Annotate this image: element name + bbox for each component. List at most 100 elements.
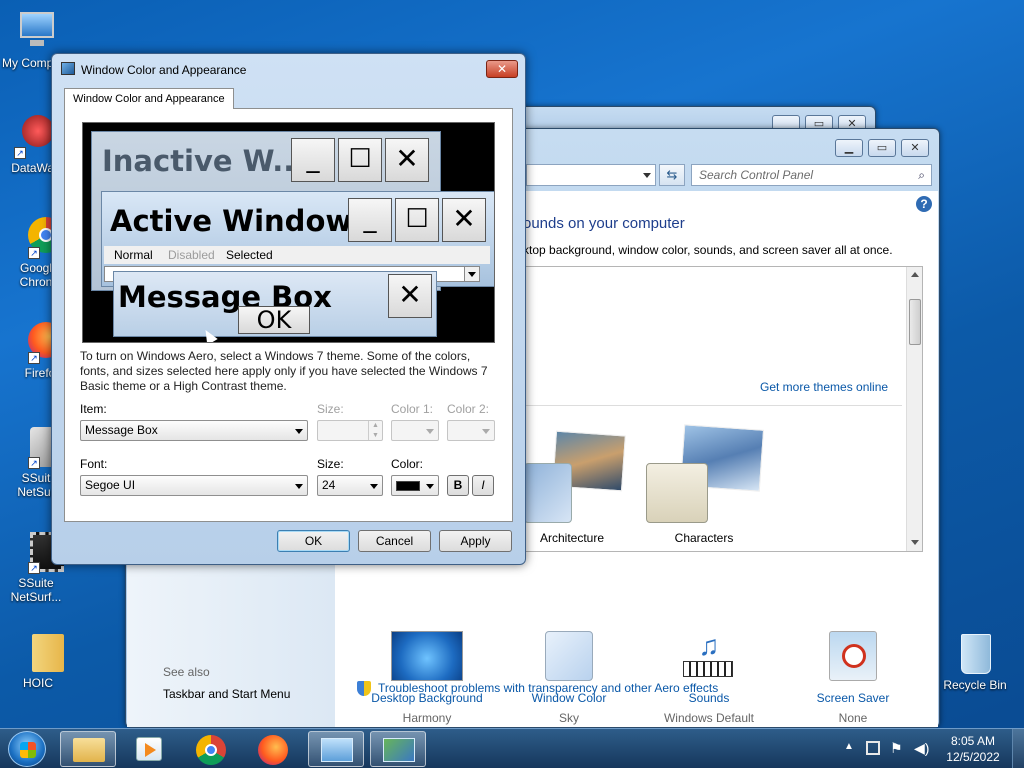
preview-close-icon: ✕ <box>385 138 429 182</box>
show-desktop-button[interactable] <box>1012 729 1024 768</box>
help-icon[interactable]: ? <box>916 196 932 212</box>
scroll-down-arrow-icon[interactable] <box>911 540 919 545</box>
font-color-swatch <box>396 481 420 491</box>
taskbar-start-menu-link[interactable]: Taskbar and Start Menu <box>163 687 290 701</box>
theme-characters[interactable]: Characters <box>642 424 772 547</box>
clock[interactable]: 8:05 AM 12/5/2022 <box>940 733 1006 765</box>
taskbar-explorer[interactable] <box>60 731 116 767</box>
scrollbar[interactable] <box>906 267 922 551</box>
address-bar[interactable] <box>526 164 656 186</box>
clock-time: 8:05 AM <box>950 734 996 748</box>
window-color-dialog[interactable]: Window Color and Appearance ✕ Window Col… <box>51 53 526 565</box>
ok-button[interactable]: OK <box>277 530 350 552</box>
preview-message-box: Message Box ✕ OK <box>113 271 437 337</box>
item-value: Windows Default <box>663 711 755 725</box>
taskbar-chrome[interactable] <box>184 731 240 767</box>
volume-icon[interactable]: ◀) <box>914 740 929 757</box>
clock-date: 12/5/2022 <box>946 750 1000 764</box>
folder-icon <box>14 630 64 674</box>
size-label: Size: <box>317 402 344 416</box>
firefox-icon <box>258 735 288 765</box>
folder-icon <box>73 738 105 762</box>
preview-inactive-title: Inactive W... <box>102 144 306 178</box>
chevron-down-icon <box>295 484 303 489</box>
refresh-button[interactable]: ⇆ <box>659 164 685 186</box>
play-icon <box>145 743 156 757</box>
preview-maximize-icon: ☐ <box>338 138 382 182</box>
item-value: Harmony <box>402 711 452 725</box>
troubleshoot-link[interactable]: Troubleshoot problems with transparency … <box>378 681 718 695</box>
item-select[interactable]: Message Box <box>80 420 308 441</box>
dialog-title: Window Color and Appearance <box>81 63 247 77</box>
page-subheading: ktop background, window color, sounds, a… <box>523 243 893 257</box>
spinner-down-icon[interactable]: ▼ <box>368 431 382 440</box>
scroll-thumb[interactable] <box>909 299 921 345</box>
screen-saver-item[interactable]: Screen Saver None <box>803 631 903 725</box>
preview-area[interactable]: Inactive W... _ ☐ ✕ Active Window _ ☐ ✕ … <box>82 122 495 343</box>
preview-close-icon: ✕ <box>442 198 486 242</box>
theme-label: Architecture <box>539 531 605 545</box>
cancel-button[interactable]: Cancel <box>358 530 431 552</box>
shortcut-arrow-icon: ↗ <box>28 247 40 259</box>
spinner-up-icon[interactable]: ▲ <box>368 421 382 431</box>
preview-active-title: Active Window <box>110 204 353 238</box>
size-spinner[interactable]: ▲ ▼ <box>317 420 383 441</box>
font-color-select[interactable] <box>391 475 439 496</box>
item-value: None <box>838 711 868 725</box>
tab-window-color[interactable]: Window Color and Appearance <box>64 88 234 109</box>
chevron-down-icon <box>426 429 434 434</box>
network-icon[interactable] <box>866 741 880 755</box>
aero-description: To turn on Windows Aero, select a Window… <box>80 349 488 393</box>
start-button[interactable] <box>8 731 46 767</box>
bold-toggle[interactable]: B <box>447 475 469 496</box>
taskbar-window-color[interactable] <box>370 731 426 767</box>
shortcut-arrow-icon: ↗ <box>28 562 40 574</box>
font-size-select[interactable]: 24 <box>317 475 383 496</box>
preview-menu-normal: Normal <box>114 248 153 262</box>
maximize-button[interactable]: ▭ <box>868 139 896 157</box>
computer-icon <box>14 10 58 54</box>
page-heading: ounds on your computer <box>523 215 685 232</box>
preview-menu-selected: Selected <box>226 248 273 262</box>
close-button[interactable]: ✕ <box>901 139 929 157</box>
item-label: Item: <box>80 402 107 416</box>
window-color-item[interactable]: Window Color Sky <box>519 631 619 725</box>
search-input[interactable]: Search Control Panel ⌕ <box>691 164 932 186</box>
preview-scroll-arrow <box>464 266 480 282</box>
taskbar-control-panel[interactable] <box>308 731 364 767</box>
scroll-down-arrow-icon <box>468 272 476 277</box>
shortcut-arrow-icon: ↗ <box>14 147 26 159</box>
desktop-icon-hoic[interactable]: HOIC <box>0 630 72 690</box>
minimize-button[interactable]: ▁ <box>835 139 863 157</box>
desktop-icon-recycle-bin[interactable]: Recycle Bin <box>938 632 1012 692</box>
desktop-icon-label: SSuit NetSur <box>17 471 55 499</box>
font-select[interactable]: Segoe UI <box>80 475 308 496</box>
apply-button[interactable]: Apply <box>439 530 512 552</box>
tab-panel: Inactive W... _ ☐ ✕ Active Window _ ☐ ✕ … <box>64 108 513 522</box>
recycle-bin-icon <box>953 632 997 676</box>
close-button[interactable]: ✕ <box>486 60 518 78</box>
italic-toggle[interactable]: I <box>472 475 494 496</box>
item-label: Screen Saver <box>816 691 890 705</box>
taskbar-firefox[interactable] <box>246 731 302 767</box>
scroll-up-arrow-icon[interactable] <box>911 272 919 277</box>
sounds-item[interactable]: ♫ Sounds Windows Default <box>659 631 759 726</box>
font-select-value: Segoe UI <box>85 478 136 492</box>
show-hidden-icons-button[interactable]: ▲ <box>844 741 854 752</box>
theme-architecture[interactable]: Architecture <box>524 427 634 547</box>
taskbar-media-player[interactable] <box>122 731 178 767</box>
item-value: Sky <box>558 711 579 725</box>
chevron-down-icon[interactable] <box>643 173 651 178</box>
shield-icon <box>357 681 371 696</box>
chevron-down-icon <box>482 429 490 434</box>
desktop-background-item[interactable]: Desktop Background Harmony <box>367 631 487 725</box>
theme-list[interactable]: Get more themes online Architecture Char… <box>523 266 923 552</box>
preview-maximize-icon: ☐ <box>395 198 439 242</box>
color2-select[interactable] <box>447 420 495 441</box>
item-select-value: Message Box <box>85 423 158 437</box>
flag-icon[interactable]: ⚑ <box>890 740 903 757</box>
get-more-themes-link[interactable]: Get more themes online <box>760 380 888 394</box>
media-player-icon <box>136 737 162 761</box>
preview-close-icon: ✕ <box>388 274 432 318</box>
color1-select[interactable] <box>391 420 439 441</box>
